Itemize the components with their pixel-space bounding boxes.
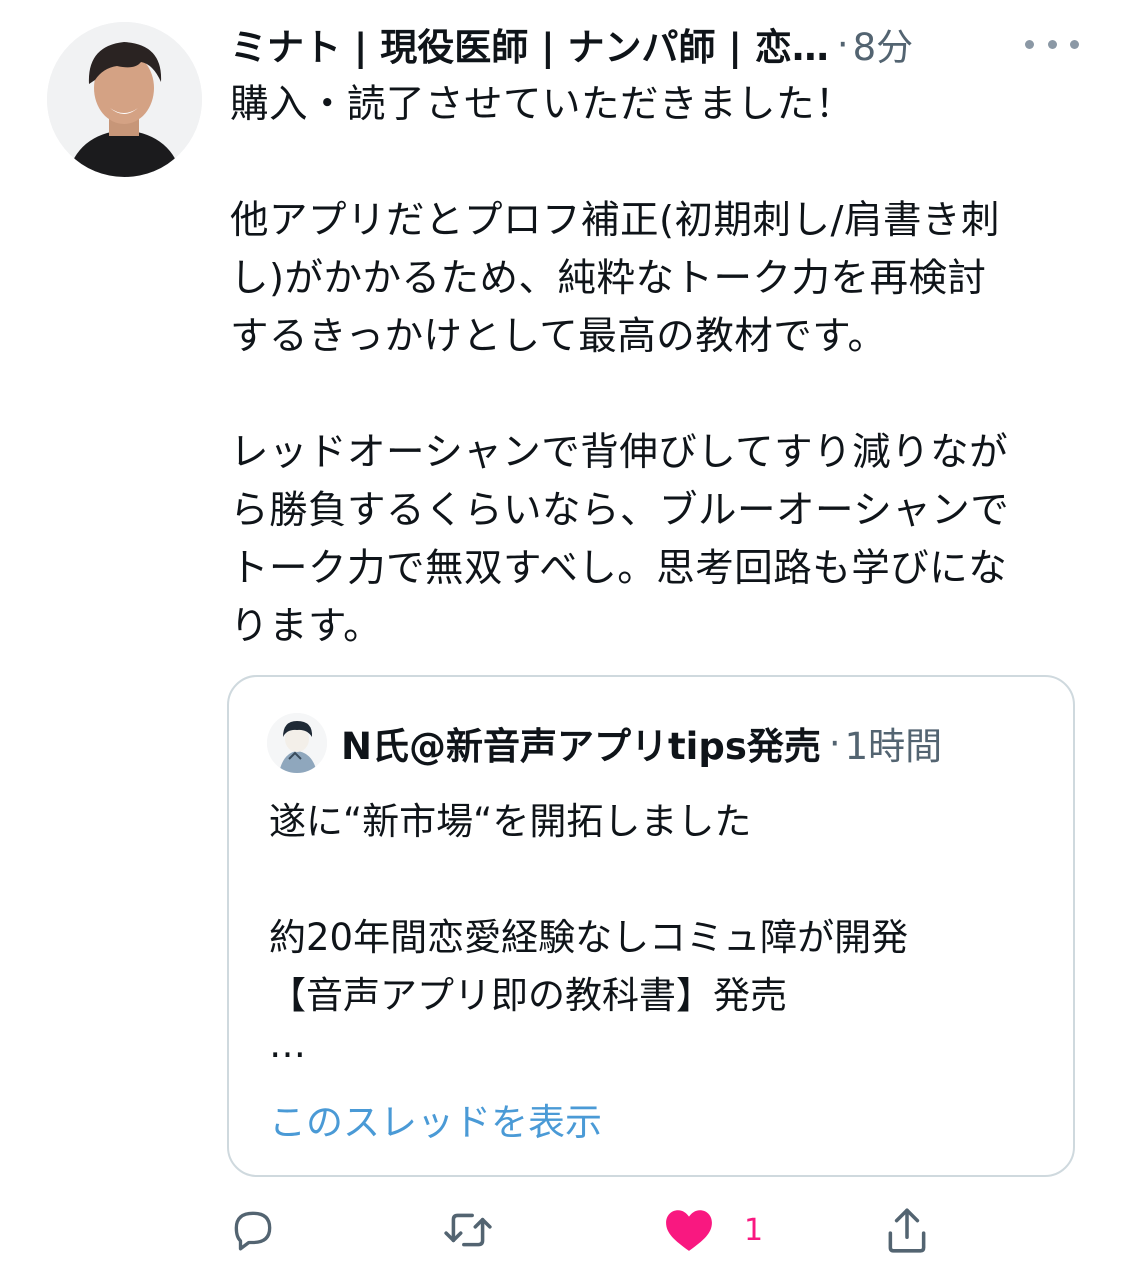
quoted-tweet-timestamp[interactable]: 1時間 (845, 716, 943, 770)
tweet-timestamp[interactable]: 8分 (853, 17, 914, 71)
author-avatar-image (47, 22, 202, 177)
reply-button[interactable] (228, 1200, 278, 1260)
retweet-icon (444, 1213, 492, 1247)
quoted-text-line: 【音声アプリ即の教科書】発売 (269, 974, 787, 1017)
tweet-text-line: 他アプリだとプロフ補正(初期刺し/肩書き刺 (230, 198, 1000, 243)
quoted-tweet-header: N氏@新音声アプリtips発売 · 1時間 (341, 713, 942, 773)
quoted-author-name[interactable]: N氏@新音声アプリtips発売 (341, 716, 821, 770)
header-separator: · (836, 22, 849, 66)
quoted-author-avatar-image (267, 713, 327, 773)
quoted-author-avatar[interactable] (267, 713, 327, 773)
quoted-text-line: 約20年間恋愛経験なしコミュ障が開発 (269, 916, 909, 959)
author-name[interactable]: ミナト | 現役医師 | ナンパ師 | 恋… (230, 17, 829, 71)
quoted-tweet-card[interactable]: N氏@新音声アプリtips発売 · 1時間 遂に“新市場“を開拓しました 約20… (227, 675, 1075, 1177)
share-button[interactable] (882, 1200, 932, 1260)
tweet[interactable]: ミナト | 現役医師 | ナンパ師 | 恋… · 8分 購入・読了させていただき… (0, 0, 1125, 1283)
like-count: 1 (744, 1212, 764, 1248)
tweet-text-line: し)がかかるため、純粋なトーク力を再検討 (230, 256, 987, 301)
quoted-text-line: 遂に“新市場“を開拓しました (269, 800, 752, 843)
tweet-text-line: レッドオーシャンで背伸びしてすり減りなが (230, 430, 1009, 475)
quoted-text-ellipsis: … (269, 1023, 306, 1066)
tweet-text-line: ら勝負するくらいなら、ブルーオーシャンで (230, 488, 1010, 533)
tweet-text-line: するきっかけとして最高の教材です。 (230, 314, 887, 359)
retweet-button[interactable] (440, 1200, 496, 1260)
more-dot-icon (1025, 39, 1034, 49)
reply-icon (234, 1211, 272, 1251)
share-icon (888, 1208, 926, 1253)
tweet-text: 購入・読了させていただきました！ 他アプリだとプロフ補正(初期刺し/肩書き刺 し… (230, 76, 1080, 656)
more-options-button[interactable] (1025, 24, 1079, 64)
more-dot-icon (1070, 39, 1079, 49)
tweet-actions-bar: 1 (228, 1200, 948, 1260)
more-dot-icon (1047, 39, 1057, 49)
heart-icon (666, 1210, 712, 1251)
tweet-text-line: 購入・読了させていただきました！ (230, 82, 855, 127)
tweet-text-line: トーク力で無双すべし。思考回路も学びにな (230, 546, 1008, 591)
author-avatar[interactable] (47, 22, 202, 177)
tweet-text-line: ります。 (230, 604, 383, 649)
quoted-tweet-text: 遂に“新市場“を開拓しました 約20年間恋愛経験なしコミュ障が開発 【音声アプリ… (269, 793, 1059, 1083)
tweet-header: ミナト | 現役医師 | ナンパ師 | 恋… · 8分 (230, 14, 1080, 74)
show-thread-link[interactable]: このスレッドを表示 (269, 1092, 602, 1146)
like-button[interactable]: 1 (664, 1200, 763, 1260)
quoted-text-blank-line (269, 851, 1059, 909)
quoted-header-separator: · (828, 721, 841, 765)
